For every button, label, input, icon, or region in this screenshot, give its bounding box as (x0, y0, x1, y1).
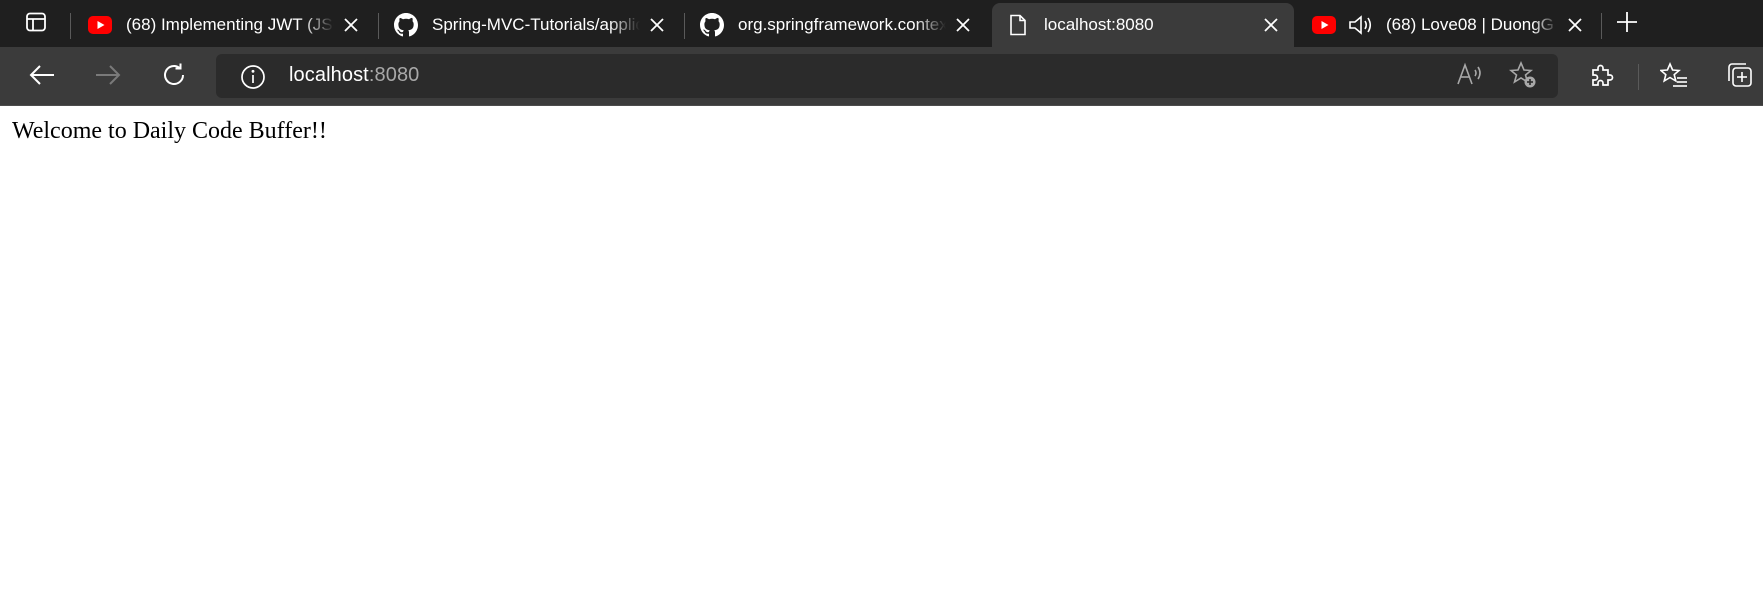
tab-strip: (68) Implementing JWT (JSON Web Token) S… (0, 0, 1763, 47)
url-text[interactable]: localhost:8080 (289, 64, 419, 87)
tab-title: localhost:8080 (1044, 15, 1154, 34)
close-tab-icon[interactable] (646, 14, 668, 36)
site-info-icon[interactable] (240, 64, 266, 90)
back-arrow-icon (29, 64, 55, 91)
back-button[interactable] (26, 61, 58, 93)
github-icon (394, 13, 418, 37)
youtube-icon (88, 13, 112, 37)
tab-github-spring-mvc[interactable]: Spring-MVC-Tutorials/application (380, 3, 680, 47)
url-host: localhost (289, 64, 369, 86)
tab-divider (1601, 13, 1602, 39)
plus-icon (1616, 11, 1638, 38)
navigation-toolbar: localhost:8080 (0, 47, 1763, 106)
github-icon (700, 13, 724, 37)
tab-title: org.springframework.context (738, 15, 946, 34)
read-aloud-icon (1456, 62, 1484, 93)
favorites-button[interactable] (1658, 61, 1690, 93)
close-tab-icon[interactable] (340, 14, 362, 36)
new-tab-button[interactable] (1612, 10, 1642, 38)
welcome-text: Welcome to Daily Code Buffer!! (12, 118, 327, 144)
page-viewport: Welcome to Daily Code Buffer!! (0, 106, 1763, 609)
refresh-icon (161, 62, 187, 93)
toolbar-divider (1638, 64, 1639, 90)
collections-icon (1726, 61, 1754, 94)
youtube-icon (1312, 13, 1336, 37)
tab-divider (378, 13, 379, 39)
forward-button[interactable] (92, 61, 124, 93)
refresh-button[interactable] (158, 61, 190, 93)
forward-arrow-icon (95, 64, 121, 91)
extensions-button[interactable] (1586, 61, 1618, 93)
tab-title: (68) Love08 | DuongG (1386, 15, 1554, 34)
read-aloud-button[interactable] (1456, 62, 1484, 93)
collections-button[interactable] (1724, 61, 1756, 93)
star-add-icon (1508, 60, 1537, 94)
tab-github-springframework[interactable]: org.springframework.context (686, 3, 986, 47)
speaker-icon[interactable] (1348, 13, 1374, 37)
address-bar[interactable]: localhost:8080 (216, 54, 1558, 98)
favorites-list-icon (1659, 61, 1688, 93)
tab-actions-button[interactable] (16, 9, 56, 39)
tab-localhost[interactable]: localhost:8080 (992, 3, 1294, 47)
add-favorite-button[interactable] (1508, 60, 1537, 94)
close-tab-icon[interactable] (1564, 14, 1586, 36)
tab-actions-icon (24, 10, 48, 39)
puzzle-icon (1589, 62, 1615, 93)
tab-title: Spring-MVC-Tutorials/application (432, 15, 640, 34)
tab-title: (68) Implementing JWT (JSON Web Token) (126, 15, 334, 34)
tab-youtube-love08[interactable]: (68) Love08 | DuongG (1298, 3, 1598, 47)
close-tab-icon[interactable] (1260, 14, 1282, 36)
tab-divider (70, 13, 71, 39)
page-icon (1006, 13, 1030, 37)
close-tab-icon[interactable] (952, 14, 974, 36)
url-port: :8080 (368, 64, 420, 86)
tab-youtube-jwt[interactable]: (68) Implementing JWT (JSON Web Token) (74, 3, 374, 47)
tab-divider (684, 13, 685, 39)
